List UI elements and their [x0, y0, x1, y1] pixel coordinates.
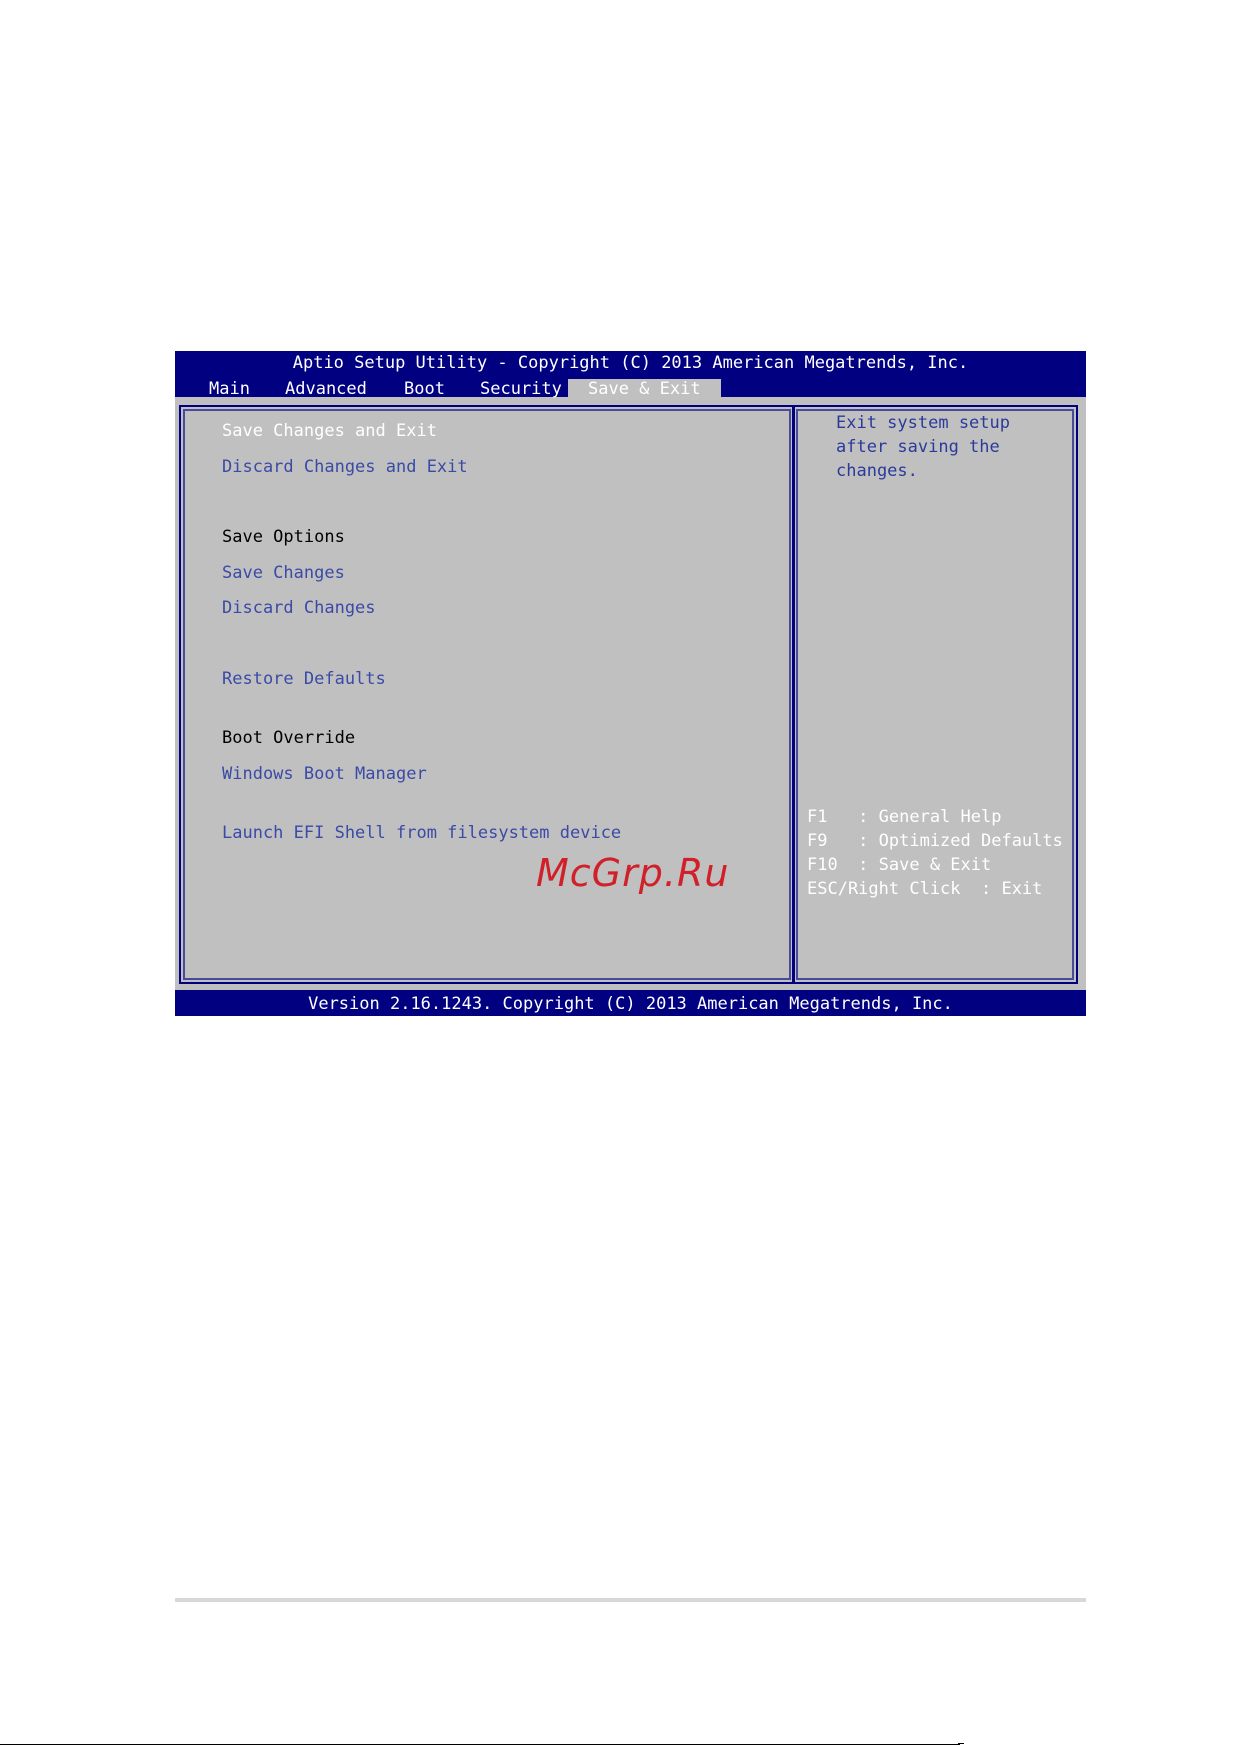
key-f10-save-exit: F10 : Save & Exit — [807, 855, 992, 875]
tab-main[interactable]: Main — [209, 379, 250, 399]
menu-item-launch-efi-shell[interactable]: Launch EFI Shell from filesystem device — [222, 823, 621, 843]
menu-item-windows-boot-manager[interactable]: Windows Boot Manager — [222, 764, 427, 784]
menu-item-save-changes-and-exit[interactable]: Save Changes and Exit — [222, 421, 437, 441]
section-heading-save-options: Save Options — [222, 527, 345, 547]
tab-security[interactable]: Security — [480, 379, 562, 399]
bottom-rule-tick — [958, 1743, 964, 1744]
menu-item-discard-changes-and-exit[interactable]: Discard Changes and Exit — [222, 457, 468, 477]
panel-divider — [792, 407, 795, 982]
footer-bar: Version 2.16.1243. Copyright (C) 2013 Am… — [175, 990, 1086, 1016]
version-text: Version 2.16.1243. Copyright (C) 2013 Am… — [308, 994, 953, 1014]
section-heading-boot-override: Boot Override — [222, 728, 356, 748]
tab-advanced[interactable]: Advanced — [285, 379, 367, 399]
menu-item-save-changes[interactable]: Save Changes — [222, 563, 345, 583]
tab-bar: Main Advanced Boot Security Save & Exit — [175, 379, 1086, 399]
key-legend: F1 : General Help F9 : Optimized Default… — [807, 805, 1082, 901]
tab-save-exit[interactable]: Save & Exit — [568, 379, 721, 399]
key-f9-defaults: F9 : Optimized Defaults — [807, 831, 1063, 851]
watermark: McGrp.Ru — [536, 851, 730, 895]
key-f1-help: F1 : General Help — [807, 807, 1002, 827]
tab-boot[interactable]: Boot — [404, 379, 445, 399]
help-text: Exit system setup after saving the chang… — [836, 413, 1010, 481]
title-bar: Aptio Setup Utility - Copyright (C) 2013… — [175, 351, 1086, 399]
bottom-rule — [0, 1744, 960, 1745]
bios-setup-screen: Aptio Setup Utility - Copyright (C) 2013… — [175, 351, 1086, 1016]
page-rule — [175, 1598, 1086, 1602]
menu-item-discard-changes[interactable]: Discard Changes — [222, 598, 376, 618]
key-esc-exit: ESC/Right Click : Exit — [807, 879, 1043, 899]
menu-item-restore-defaults[interactable]: Restore Defaults — [222, 669, 386, 689]
window-title: Aptio Setup Utility - Copyright (C) 2013… — [292, 353, 969, 373]
